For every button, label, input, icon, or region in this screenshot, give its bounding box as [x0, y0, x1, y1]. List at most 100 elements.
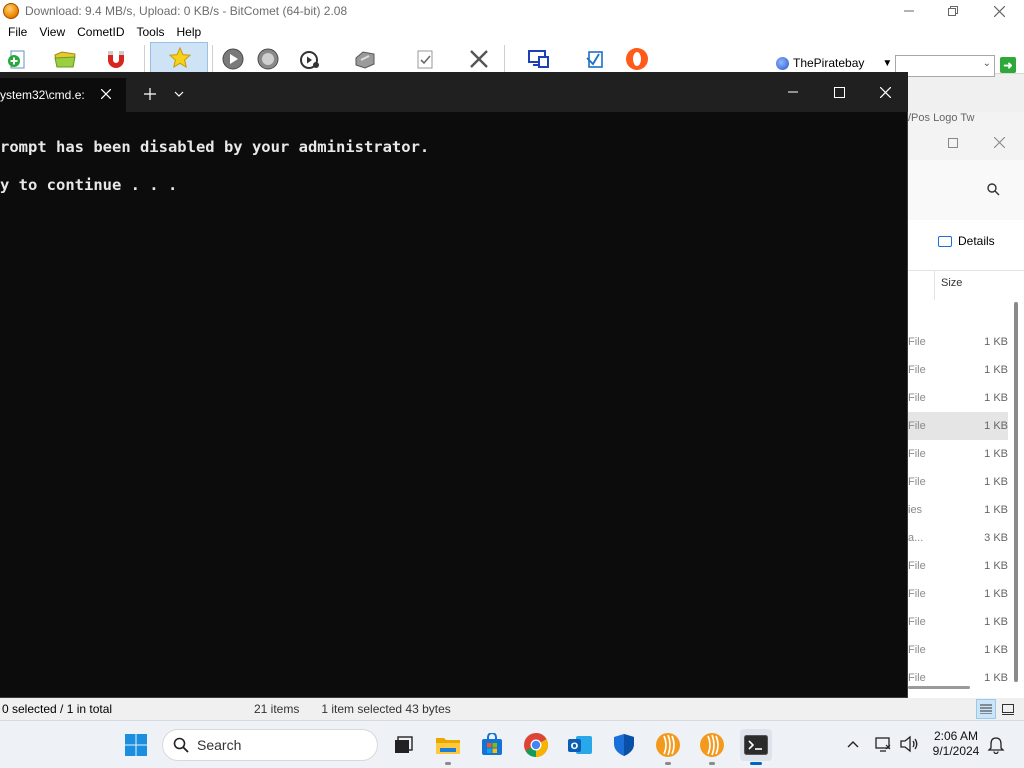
- search-engine-label: ThePiratebay: [793, 56, 865, 70]
- restore-button[interactable]: [930, 0, 976, 22]
- stop-icon: [257, 48, 279, 70]
- start-button[interactable]: [122, 731, 150, 759]
- file-row[interactable]: a... 3 KB: [908, 524, 1008, 552]
- torrent-search-input[interactable]: ⌄: [895, 55, 995, 77]
- details-view-button[interactable]: [976, 699, 996, 719]
- open-folder-button[interactable]: [52, 46, 78, 72]
- favorites-button[interactable]: [150, 42, 208, 73]
- vertical-scrollbar[interactable]: [1014, 302, 1018, 682]
- terminal-maximize-button[interactable]: [816, 72, 862, 112]
- network-button[interactable]: [582, 46, 608, 72]
- file-row[interactable]: File 1 KB: [908, 384, 1008, 412]
- network-status-icon[interactable]: [874, 735, 892, 753]
- maximize-icon[interactable]: [948, 138, 958, 148]
- menu-cometid[interactable]: CometID: [71, 25, 130, 39]
- properties-button[interactable]: [352, 46, 378, 72]
- bitcomet-icon: [656, 733, 680, 757]
- explorer-statusbar: 21 items 1 item selected 43 bytes: [240, 698, 1024, 720]
- delete-button[interactable]: [466, 46, 492, 72]
- close-icon: [101, 89, 111, 99]
- svg-text:O: O: [571, 742, 579, 752]
- file-row[interactable]: File 1 KB: [908, 440, 1008, 468]
- start-button[interactable]: [220, 46, 246, 72]
- terminal-output[interactable]: rompt has been disabled by your administ…: [0, 112, 908, 698]
- search-engine-select[interactable]: ThePiratebay ▼: [776, 56, 892, 70]
- taskbar-search-box[interactable]: Search: [162, 729, 378, 761]
- outlook-icon: O: [568, 736, 592, 754]
- running-indicator: [445, 762, 451, 765]
- menu-file[interactable]: File: [2, 25, 33, 39]
- file-type: File: [908, 644, 926, 656]
- file-row[interactable]: File 1 KB: [908, 412, 1008, 440]
- file-row[interactable]: File 1 KB: [908, 356, 1008, 384]
- windows-security-button[interactable]: [610, 731, 638, 759]
- file-explorer-taskbar-button[interactable]: [434, 731, 462, 765]
- terminal-tab[interactable]: ystem32\cmd.e:: [0, 78, 126, 112]
- new-tab-button[interactable]: [140, 84, 160, 104]
- window-title: Download: 9.4 MB/s, Upload: 0 KB/s - Bit…: [25, 4, 348, 18]
- terminal-line: rompt has been disabled by your administ…: [0, 138, 430, 156]
- stop-button[interactable]: [255, 46, 281, 72]
- horizontal-scrollbar[interactable]: [908, 686, 970, 689]
- terminal-line: y to continue . . .: [0, 176, 178, 194]
- close-tab-button[interactable]: [98, 86, 114, 102]
- windows-icon: [125, 734, 147, 756]
- terminal-close-button[interactable]: [862, 72, 908, 112]
- menu-view[interactable]: View: [33, 25, 71, 39]
- file-row[interactable]: File 1 KB: [908, 328, 1008, 356]
- add-torrent-icon: [8, 50, 25, 69]
- terminal-taskbar-button[interactable]: [740, 729, 772, 765]
- tiles-view-icon: [1002, 703, 1014, 715]
- search-icon: [173, 737, 189, 753]
- explorer-address-area: [908, 160, 1024, 220]
- bitcomet-taskbar-button-2[interactable]: [698, 731, 726, 765]
- terminal-minimize-button[interactable]: [770, 72, 816, 112]
- details-button[interactable]: Details: [938, 234, 995, 248]
- opera-button[interactable]: [624, 46, 650, 72]
- favorites-icon: [168, 46, 192, 69]
- volume-icon[interactable]: [899, 735, 919, 753]
- add-torrent-button[interactable]: [4, 46, 30, 72]
- defender-icon: [614, 734, 634, 756]
- notification-bell-icon[interactable]: [987, 736, 1005, 754]
- file-size: 1 KB: [984, 504, 1008, 516]
- preview-button[interactable]: [297, 46, 323, 72]
- size-column-label: Size: [941, 277, 963, 289]
- magnet-button[interactable]: [103, 46, 129, 72]
- task-view-button[interactable]: [389, 731, 417, 759]
- search-go-button[interactable]: ➜: [1000, 57, 1016, 73]
- tiles-view-button[interactable]: [998, 699, 1018, 719]
- explorer-titlebar: [908, 128, 1024, 160]
- file-row[interactable]: ies 1 KB: [908, 496, 1008, 524]
- menu-help[interactable]: Help: [171, 25, 208, 39]
- clock-time: 2:06 AM: [933, 729, 979, 743]
- menu-bar: File View CometID Tools Help: [0, 22, 1024, 42]
- checklist-button[interactable]: [412, 46, 438, 72]
- bitcomet-taskbar-button-1[interactable]: [654, 731, 682, 765]
- close-icon[interactable]: [994, 137, 1005, 148]
- chrome-button[interactable]: [522, 731, 550, 759]
- minimize-button[interactable]: [886, 0, 932, 22]
- microsoft-store-button[interactable]: [478, 731, 506, 759]
- file-row[interactable]: File 1 KB: [908, 468, 1008, 496]
- remote-icon: [528, 50, 549, 68]
- remote-download-button[interactable]: [526, 46, 552, 72]
- file-row[interactable]: File 1 KB: [908, 636, 1008, 664]
- preview-icon: [300, 51, 319, 69]
- file-explorer-icon: [436, 738, 460, 754]
- menu-tools[interactable]: Tools: [130, 25, 170, 39]
- outlook-button[interactable]: O: [566, 731, 594, 759]
- close-button[interactable]: [976, 0, 1022, 22]
- chevron-up-icon[interactable]: [845, 737, 861, 753]
- file-row[interactable]: File 1 KB: [908, 552, 1008, 580]
- tab-dropdown-button[interactable]: [170, 84, 188, 104]
- file-size: 1 KB: [984, 420, 1008, 432]
- terminal-tab-title: ystem32\cmd.e:: [0, 88, 85, 102]
- clock[interactable]: 2:06 AM 9/1/2024: [928, 729, 984, 759]
- file-row[interactable]: File 1 KB: [908, 580, 1008, 608]
- file-row[interactable]: File 1 KB: [908, 608, 1008, 636]
- file-type: ies: [908, 504, 923, 516]
- chrome-icon: [524, 733, 549, 757]
- column-header-size[interactable]: Size: [934, 270, 1024, 300]
- search-icon[interactable]: [986, 182, 1002, 198]
